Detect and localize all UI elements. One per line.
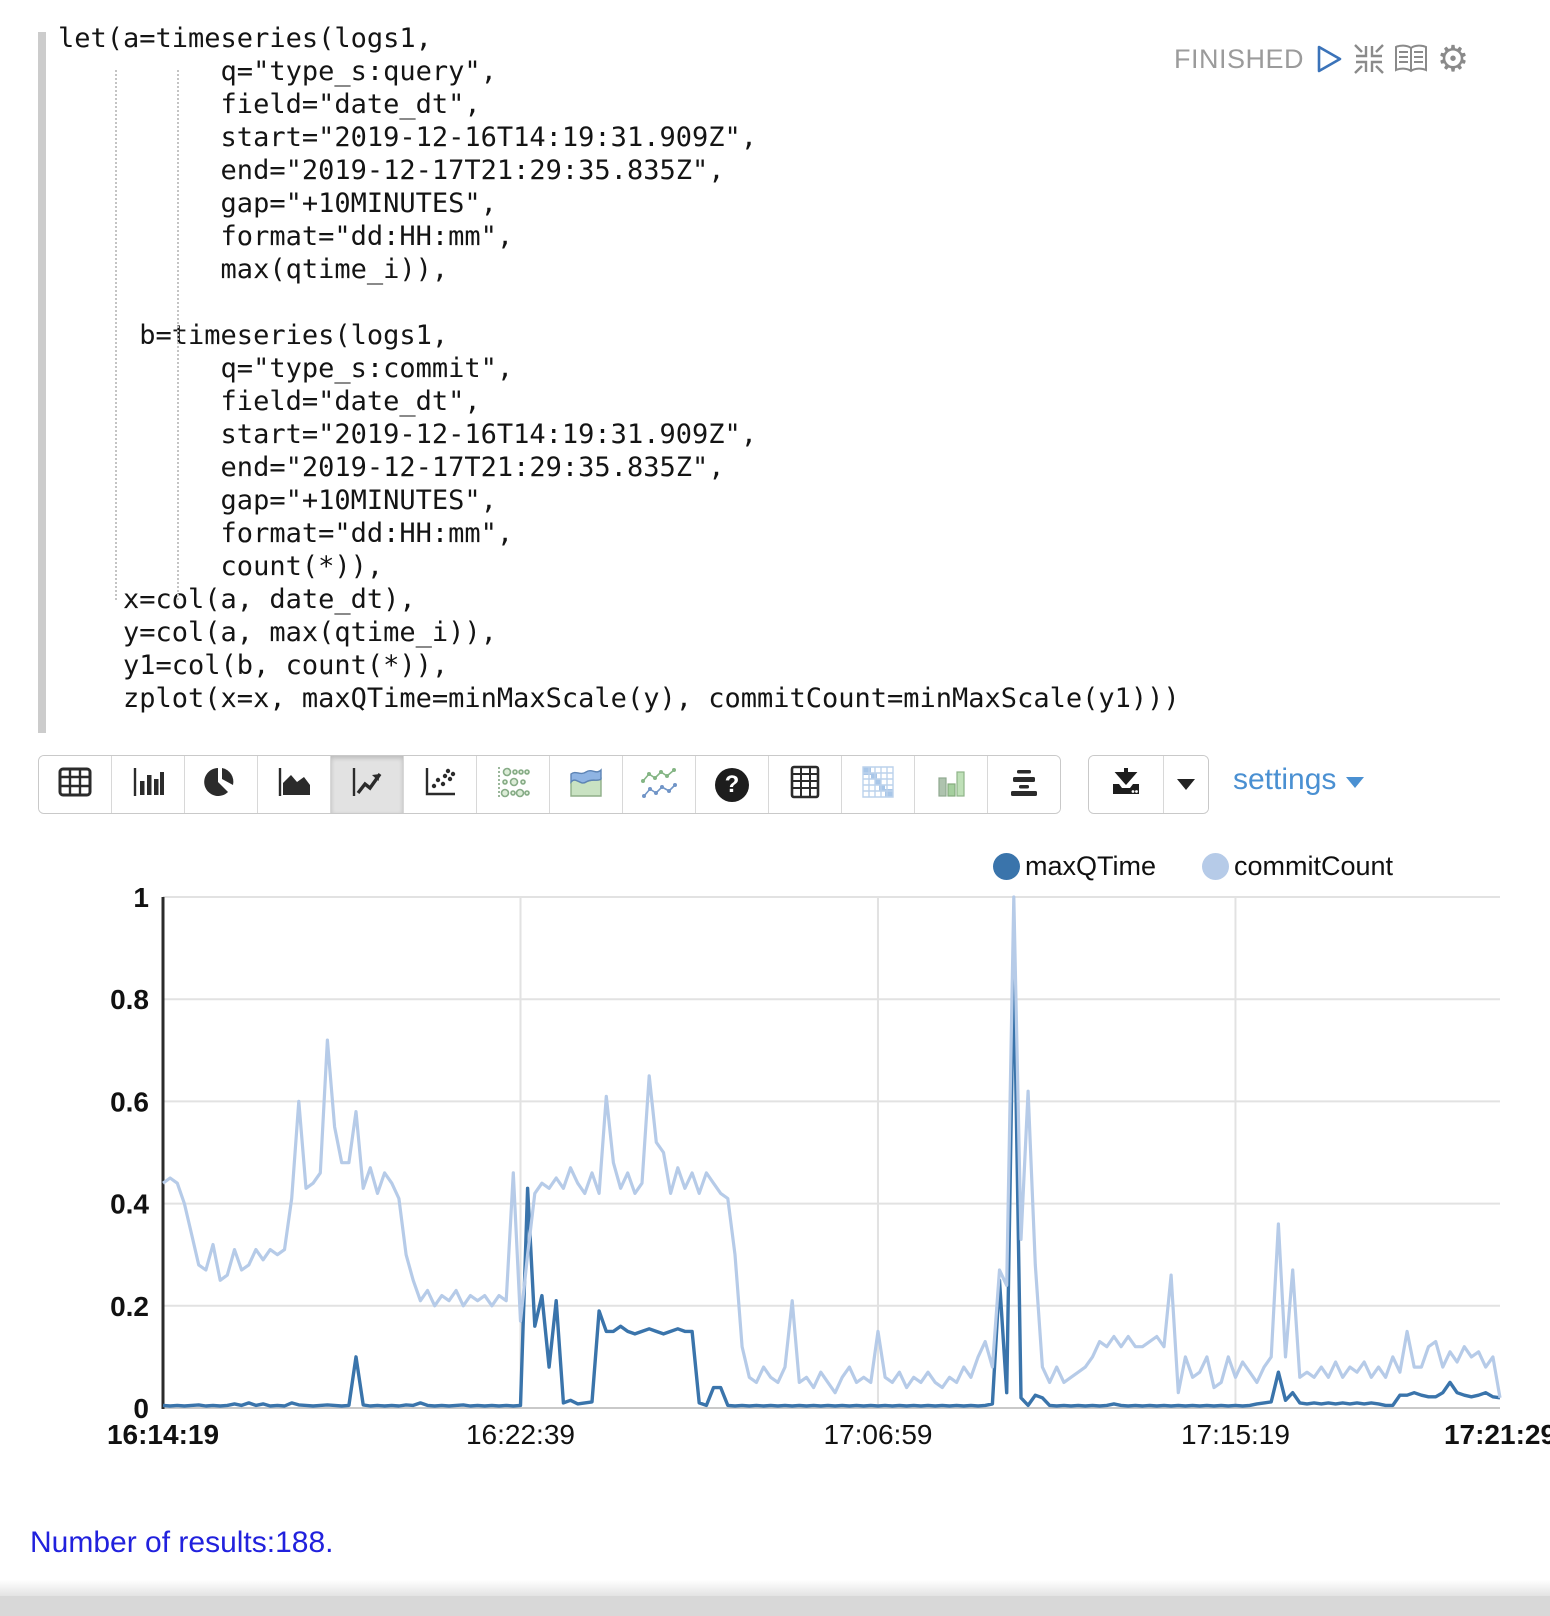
- book-icon: [1394, 44, 1428, 74]
- download-icon: [1109, 766, 1143, 803]
- horizontal-bars-button[interactable]: [988, 756, 1060, 813]
- legend-dot-dark: [993, 853, 1020, 880]
- help-button[interactable]: ?: [696, 756, 769, 813]
- paragraph-status: FINISHED: [1174, 44, 1304, 75]
- legend-label: maxQTime: [1025, 851, 1156, 882]
- line-chart-icon: [350, 767, 384, 802]
- settings-caret-icon: [1346, 777, 1364, 788]
- area-chart-icon: [277, 767, 311, 802]
- stacked-area-icon: [568, 766, 604, 803]
- grouped-bars-icon: [936, 766, 966, 803]
- indent-guide: [115, 70, 117, 600]
- code-editor[interactable]: let(a=timeseries(logs1, q="type_s:query"…: [58, 22, 1180, 715]
- pie-chart-icon: [204, 766, 238, 803]
- collapse-icon: [1353, 43, 1385, 75]
- bubble-grid-button[interactable]: [477, 756, 550, 813]
- collapse-button[interactable]: [1352, 42, 1386, 76]
- svg-text:0.2: 0.2: [110, 1291, 149, 1322]
- svg-text:17:06:59: 17:06:59: [823, 1419, 932, 1450]
- horizontal-bars-icon: [1007, 767, 1041, 802]
- line-scatter-button[interactable]: [623, 756, 696, 813]
- play-icon: [1314, 43, 1344, 75]
- chart-legend: maxQTime commitCount: [993, 851, 1393, 882]
- legend-item-commitcount: commitCount: [1202, 851, 1393, 882]
- chart-series: [163, 897, 1500, 1406]
- show-editor-button[interactable]: [1394, 42, 1428, 76]
- line-scatter-icon: [640, 765, 678, 804]
- svg-text:16:22:39: 16:22:39: [466, 1419, 575, 1450]
- settings-gear-button[interactable]: ⚙: [1436, 42, 1470, 76]
- svg-text:0.4: 0.4: [110, 1189, 149, 1220]
- legend-dot-light: [1202, 853, 1229, 880]
- scatter-plot-icon: [423, 766, 457, 803]
- data-grid-button[interactable]: [769, 756, 842, 813]
- next-paragraph-edge: [0, 1596, 1550, 1616]
- indent-guide: [177, 70, 179, 600]
- bar-chart-button[interactable]: [112, 756, 185, 813]
- line-chart-button[interactable]: [331, 756, 404, 813]
- heatmap-button[interactable]: [842, 756, 915, 813]
- table-icon: [58, 767, 92, 802]
- chart-gridlines: [163, 897, 1500, 1408]
- line-chart: 00.20.40.60.81 16:14:1916:22:3917:06:591…: [0, 880, 1550, 1470]
- svg-text:16:14:19: 16:14:19: [107, 1419, 219, 1450]
- bar-chart-icon: [132, 767, 164, 802]
- table-button[interactable]: [39, 756, 112, 813]
- data-grid-icon: [790, 765, 820, 804]
- help-icon: ?: [715, 768, 749, 802]
- heatmap-icon: [861, 765, 895, 804]
- settings-link[interactable]: settings: [1233, 763, 1364, 797]
- svg-text:17:21:29: 17:21:29: [1444, 1419, 1550, 1450]
- download-button-group: [1088, 755, 1209, 814]
- svg-text:17:15:19: 17:15:19: [1181, 1419, 1290, 1450]
- svg-text:1: 1: [133, 882, 149, 913]
- legend-label: commitCount: [1234, 851, 1393, 882]
- chart-type-toolbar: ?: [38, 755, 1061, 814]
- download-options-button[interactable]: [1164, 756, 1208, 813]
- legend-item-maxqtime: maxQTime: [993, 851, 1156, 882]
- run-button[interactable]: [1312, 42, 1346, 76]
- svg-text:0.8: 0.8: [110, 984, 149, 1015]
- footer-fade: [0, 1580, 1550, 1596]
- y-axis-labels: 00.20.40.60.81: [110, 882, 149, 1424]
- scatter-plot-button[interactable]: [404, 756, 477, 813]
- x-axis-labels: 16:14:19 16:22:39 17:06:59 17:15:19 17:21:29: [107, 1419, 1550, 1450]
- grouped-bars-button[interactable]: [915, 756, 988, 813]
- download-button[interactable]: [1089, 756, 1164, 813]
- stacked-area-button[interactable]: [550, 756, 623, 813]
- area-chart-button[interactable]: [258, 756, 331, 813]
- chart-axes: [163, 897, 1500, 1409]
- pie-chart-button[interactable]: [185, 756, 258, 813]
- results-count-text: Number of results:188.: [30, 1526, 333, 1560]
- editor-gutter-bar: [38, 32, 46, 733]
- svg-text:0.6: 0.6: [110, 1086, 149, 1117]
- caret-down-icon: [1177, 779, 1195, 790]
- bubble-grid-icon: [495, 765, 531, 804]
- gear-icon: ⚙: [1437, 42, 1469, 76]
- settings-label: settings: [1233, 763, 1336, 797]
